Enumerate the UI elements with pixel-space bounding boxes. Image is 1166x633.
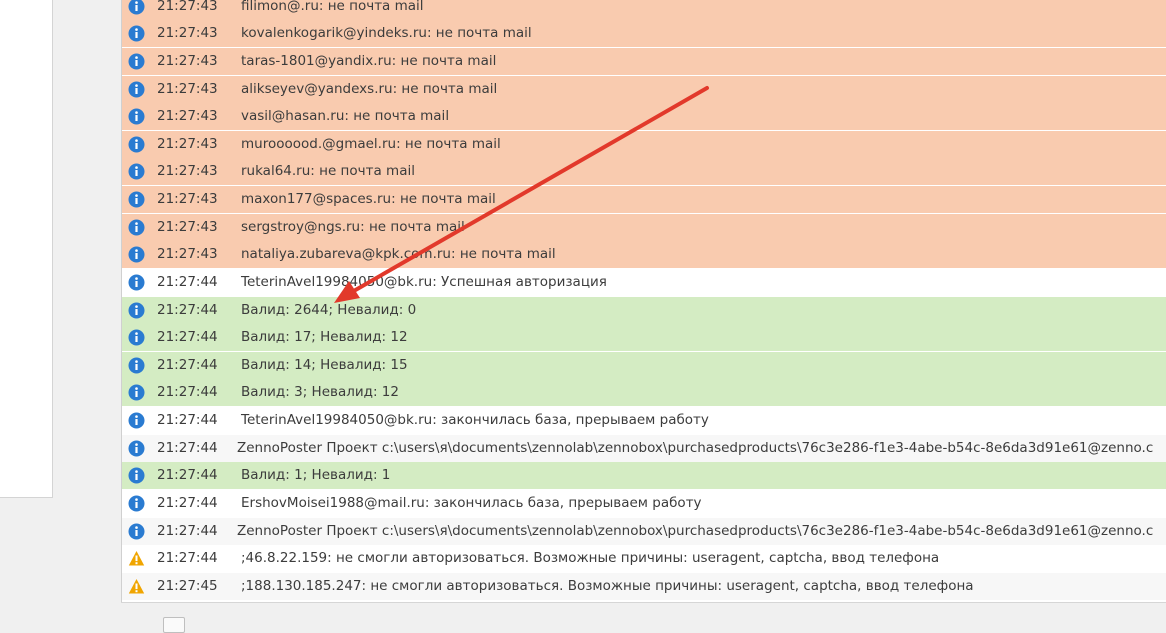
log-message: ErshovMoisei1988@mail.ru: закончилась ба… [241,495,702,511]
log-panel[interactable]: 21:27:43 filimon@.ru: не почта mail 21:2… [121,0,1166,602]
log-time: 21:27:44 [157,357,218,373]
info-icon [128,136,145,153]
log-time: 21:27:45 [157,578,218,594]
log-time: 21:27:44 [157,523,218,539]
info-icon [128,384,145,401]
info-icon [128,163,145,180]
log-message: ;188.130.185.247: не смогли авторизовать… [241,578,974,594]
log-message: ZennoPoster Проект c:\users\я\documents\… [237,440,1154,456]
log-message: maxon177@spaces.ru: не почта mail [241,191,496,207]
log-time: 21:27:43 [157,0,218,14]
log-time: 21:27:43 [157,108,218,124]
log-row[interactable]: 21:27:44 Валид: 2644; Невалид: 0 [122,297,1166,324]
log-row[interactable]: 21:27:43 taras-1801@yandix.ru: не почта … [122,48,1166,75]
log-time: 21:27:43 [157,219,218,235]
info-icon [128,357,145,374]
log-message: ZennoPoster Проект c:\users\я\documents\… [237,523,1154,539]
log-message: ;46.8.22.159: не смогли авторизоваться. … [241,550,940,566]
info-icon [128,25,145,42]
log-time: 21:27:43 [157,191,218,207]
log-row[interactable]: 21:27:44 ErshovMoisei1988@mail.ru: закон… [122,490,1166,517]
log-row[interactable]: 21:27:43 sergstroy@ngs.ru: не почта mail [122,214,1166,241]
log-row[interactable]: 21:27:43 maxon177@spaces.ru: не почта ma… [122,186,1166,213]
log-row[interactable]: 21:27:44 TeterinAvel19984050@bk.ru: Успе… [122,269,1166,296]
log-row[interactable]: 21:27:43 rukal64.ru: не почта mail [122,158,1166,185]
log-time: 21:27:44 [157,412,218,428]
log-message: sergstroy@ngs.ru: не почта mail [241,219,465,235]
info-icon [128,108,145,125]
log-message: TeterinAvel19984050@bk.ru: закончилась б… [241,412,709,428]
info-icon [128,440,145,457]
log-message: TeterinAvel19984050@bk.ru: Успешная авто… [241,274,607,290]
log-row[interactable]: 21:27:44 Валид: 17; Невалид: 12 [122,324,1166,351]
log-time: 21:27:44 [157,384,218,400]
log-time: 21:27:43 [157,25,218,41]
info-icon [128,219,145,236]
log-row[interactable]: 21:27:44 Валид: 14; Невалид: 15 [122,352,1166,379]
log-time: 21:27:44 [157,329,218,345]
status-strip [121,602,1166,633]
warning-icon [128,551,145,566]
log-message: Валид: 1; Невалид: 1 [241,467,391,483]
log-message: nataliya.zubareva@kpk.com.ru: не почта m… [241,246,556,262]
info-icon [128,0,145,15]
log-row[interactable]: 21:27:43 muroooood.@gmael.ru: не почта m… [122,131,1166,158]
log-message: vasil@hasan.ru: не почта mail [241,108,450,124]
log-row[interactable]: 21:27:44 Валид: 3; Невалид: 12 [122,379,1166,406]
log-row[interactable]: 21:27:44 ;46.8.22.159: не смогли авториз… [122,545,1166,572]
info-icon [128,274,145,291]
log-row[interactable]: 21:27:43 filimon@.ru: не почта mail [122,0,1166,20]
log-row[interactable]: 21:27:43 kovalenkogarik@yindeks.ru: не п… [122,20,1166,47]
log-time: 21:27:44 [157,440,218,456]
info-icon [128,81,145,98]
left-panel [0,0,53,498]
log-time: 21:27:43 [157,163,218,179]
log-row[interactable]: 21:27:45 ;188.130.185.247: не смогли авт… [122,573,1166,600]
log-message: Валид: 17; Невалид: 12 [241,329,408,345]
info-icon [128,53,145,70]
log-message: alikseyev@yandexs.ru: не почта mail [241,81,498,97]
log-row[interactable]: 21:27:44 Валид: 1; Невалид: 1 [122,462,1166,489]
log-message: Валид: 2644; Невалид: 0 [241,302,417,318]
checkbox[interactable] [163,617,185,633]
info-icon [128,302,145,319]
log-message: rukal64.ru: не почта mail [241,163,415,179]
log-time: 21:27:44 [157,274,218,290]
log-time: 21:27:44 [157,495,218,511]
log-message: filimon@.ru: не почта mail [241,0,424,14]
log-row[interactable]: 21:27:43 nataliya.zubareva@kpk.com.ru: н… [122,241,1166,268]
log-time: 21:27:43 [157,246,218,262]
log-row[interactable]: 21:27:43 vasil@hasan.ru: не почта mail [122,103,1166,130]
info-icon [128,523,145,540]
log-message: muroooood.@gmael.ru: не почта mail [241,136,501,152]
log-time: 21:27:43 [157,81,218,97]
log-row[interactable]: 21:27:44 ZennoPoster Проект c:\users\я\d… [122,435,1166,462]
info-icon [128,467,145,484]
info-icon [128,246,145,263]
info-icon [128,191,145,208]
info-icon [128,329,145,346]
log-row[interactable]: 21:27:44 ZennoPoster Проект c:\users\я\d… [122,518,1166,545]
log-time: 21:27:43 [157,136,218,152]
log-time: 21:27:43 [157,53,218,69]
log-message: taras-1801@yandix.ru: не почта mail [241,53,497,69]
log-row[interactable]: 21:27:44 TeterinAvel19984050@bk.ru: зако… [122,407,1166,434]
log-message: kovalenkogarik@yindeks.ru: не почта mail [241,25,532,41]
log-time: 21:27:44 [157,467,218,483]
log-row[interactable]: 21:27:43 alikseyev@yandexs.ru: не почта … [122,76,1166,103]
log-time: 21:27:44 [157,302,218,318]
info-icon [128,495,145,512]
log-message: Валид: 3; Невалид: 12 [241,384,399,400]
info-icon [128,412,145,429]
log-message: Валид: 14; Невалид: 15 [241,357,408,373]
log-time: 21:27:44 [157,550,218,566]
warning-icon [128,579,145,594]
